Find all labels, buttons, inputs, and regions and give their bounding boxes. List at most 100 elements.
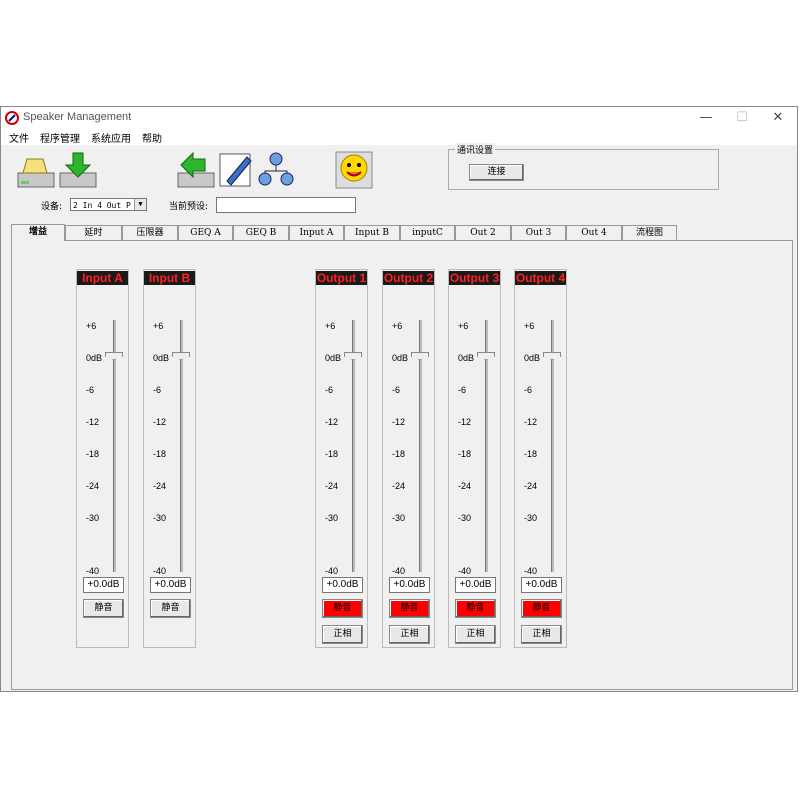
- comm-settings-group: 通讯设置 连接: [448, 143, 719, 190]
- smiley-icon[interactable]: [335, 151, 373, 189]
- menu-help[interactable]: 帮助: [142, 130, 162, 145]
- scale-tick: -30: [524, 513, 538, 523]
- scale-tick: -40: [458, 566, 472, 576]
- edit-icon[interactable]: [217, 151, 255, 189]
- channel-strip-output-3: Output 3 +6 0dB -6 -12 -18 -24 -30 -40 +…: [448, 269, 501, 648]
- menu-system-apps[interactable]: 系统应用: [91, 130, 131, 145]
- scale-tick: -12: [524, 417, 538, 427]
- scale-tick: -18: [153, 449, 167, 459]
- tab-delay[interactable]: 延时: [65, 225, 122, 240]
- scale-tick: -30: [86, 513, 100, 523]
- strip-title: Output 1: [316, 271, 367, 285]
- mute-button[interactable]: 静音: [389, 599, 430, 618]
- app-logo-icon: [5, 111, 19, 125]
- download-icon[interactable]: [59, 151, 97, 189]
- scale-tick: -24: [458, 481, 472, 491]
- scale-tick: -6: [458, 385, 467, 395]
- connect-button[interactable]: 连接: [469, 164, 524, 181]
- tab-compressor[interactable]: 压限器: [122, 225, 178, 240]
- scale-tick: -18: [86, 449, 100, 459]
- title-bar: Speaker Management — ☐ ✕: [1, 107, 797, 129]
- tab-geq-b[interactable]: GEQ B: [233, 225, 289, 240]
- fader-handle[interactable]: [344, 352, 362, 360]
- mute-button[interactable]: 静音: [150, 599, 191, 618]
- strip-title: Output 4: [515, 271, 566, 285]
- strip-title: Output 2: [383, 271, 434, 285]
- scale-tick: +6: [153, 321, 164, 331]
- scale-tick: 0dB: [458, 353, 475, 363]
- channel-strip-input-a: Input A +6 0dB -6 -12 -18 -24 -30 -40 +0…: [76, 269, 129, 648]
- fader-handle[interactable]: [477, 352, 495, 360]
- minimize-button[interactable]: —: [691, 109, 721, 127]
- gain-value-field[interactable]: +0.0dB: [389, 577, 430, 593]
- scale-tick: -12: [392, 417, 406, 427]
- window-title: Speaker Management: [23, 111, 132, 123]
- device-select[interactable]: 2 In 4 Out P ▼: [70, 198, 147, 211]
- open-folder-icon[interactable]: [17, 151, 55, 189]
- phase-button[interactable]: 正相: [322, 625, 363, 644]
- scale-tick: -18: [325, 449, 339, 459]
- preset-label: 当前预设:: [169, 202, 209, 212]
- network-icon[interactable]: [257, 151, 295, 189]
- tab-out-3[interactable]: Out 3: [511, 225, 566, 240]
- channel-strip-input-b: Input B +6 0dB -6 -12 -18 -24 -30 -40 +0…: [143, 269, 196, 648]
- fader-handle[interactable]: [543, 352, 561, 360]
- scale-tick: 0dB: [524, 353, 541, 363]
- gain-value-field[interactable]: +0.0dB: [322, 577, 363, 593]
- scale-tick: -12: [86, 417, 100, 427]
- strip-title: Output 3: [449, 271, 500, 285]
- preset-field[interactable]: [216, 197, 356, 213]
- tab-out-4[interactable]: Out 4: [566, 225, 622, 240]
- fader-handle[interactable]: [172, 352, 190, 360]
- scale-tick: +6: [86, 321, 97, 331]
- mute-button[interactable]: 静音: [521, 599, 562, 618]
- scale-tick: -12: [458, 417, 472, 427]
- gain-value-field[interactable]: +0.0dB: [83, 577, 124, 593]
- scale-tick: +6: [325, 321, 336, 331]
- scale-tick: -12: [325, 417, 339, 427]
- mute-button[interactable]: 静音: [322, 599, 363, 618]
- tab-input-c[interactable]: inputC: [400, 225, 455, 240]
- phase-button[interactable]: 正相: [389, 625, 430, 644]
- fader-handle[interactable]: [411, 352, 429, 360]
- mute-button[interactable]: 静音: [455, 599, 496, 618]
- tab-geq-a[interactable]: GEQ A: [178, 225, 233, 240]
- scale-tick: 0dB: [392, 353, 409, 363]
- gain-value-field[interactable]: +0.0dB: [521, 577, 562, 593]
- channel-strip-output-1: Output 1 +6 0dB -6 -12 -18 -24 -30 -40 +…: [315, 269, 368, 648]
- scale-tick: -40: [325, 566, 339, 576]
- scale-tick: 0dB: [325, 353, 342, 363]
- scale-tick: 0dB: [86, 353, 103, 363]
- scale-tick: -18: [392, 449, 406, 459]
- upload-icon[interactable]: [177, 151, 215, 189]
- tab-gain[interactable]: 增益: [11, 224, 65, 241]
- scale-tick: -12: [153, 417, 167, 427]
- fader-handle[interactable]: [105, 352, 123, 360]
- channel-strip-output-4: Output 4 +6 0dB -6 -12 -18 -24 -30 -40 +…: [514, 269, 567, 648]
- tab-out-2[interactable]: Out 2: [455, 225, 511, 240]
- tab-input-a[interactable]: Input A: [289, 225, 344, 240]
- device-select-value: 2 In 4 Out P: [73, 201, 131, 210]
- comm-settings-title: 通讯设置: [455, 143, 496, 156]
- scale-tick: -30: [458, 513, 472, 523]
- chevron-down-icon[interactable]: ▼: [134, 199, 146, 210]
- close-button[interactable]: ✕: [763, 109, 793, 127]
- scale-tick: -24: [153, 481, 167, 491]
- scale-tick: -40: [392, 566, 406, 576]
- tab-flow-diagram[interactable]: 流程图: [622, 225, 677, 240]
- gain-value-field[interactable]: +0.0dB: [150, 577, 191, 593]
- scale-tick: -24: [524, 481, 538, 491]
- menu-file[interactable]: 文件: [9, 130, 29, 145]
- scale-tick: +6: [524, 321, 535, 331]
- scale-tick: -6: [86, 385, 95, 395]
- scale-tick: -6: [392, 385, 401, 395]
- scale-tick: -6: [153, 385, 162, 395]
- gain-value-field[interactable]: +0.0dB: [455, 577, 496, 593]
- phase-button[interactable]: 正相: [455, 625, 496, 644]
- maximize-button[interactable]: ☐: [727, 109, 757, 127]
- mute-button[interactable]: 静音: [83, 599, 124, 618]
- scale-tick: -18: [524, 449, 538, 459]
- tab-input-b[interactable]: Input B: [344, 225, 400, 240]
- phase-button[interactable]: 正相: [521, 625, 562, 644]
- menu-program-management[interactable]: 程序管理: [40, 130, 80, 145]
